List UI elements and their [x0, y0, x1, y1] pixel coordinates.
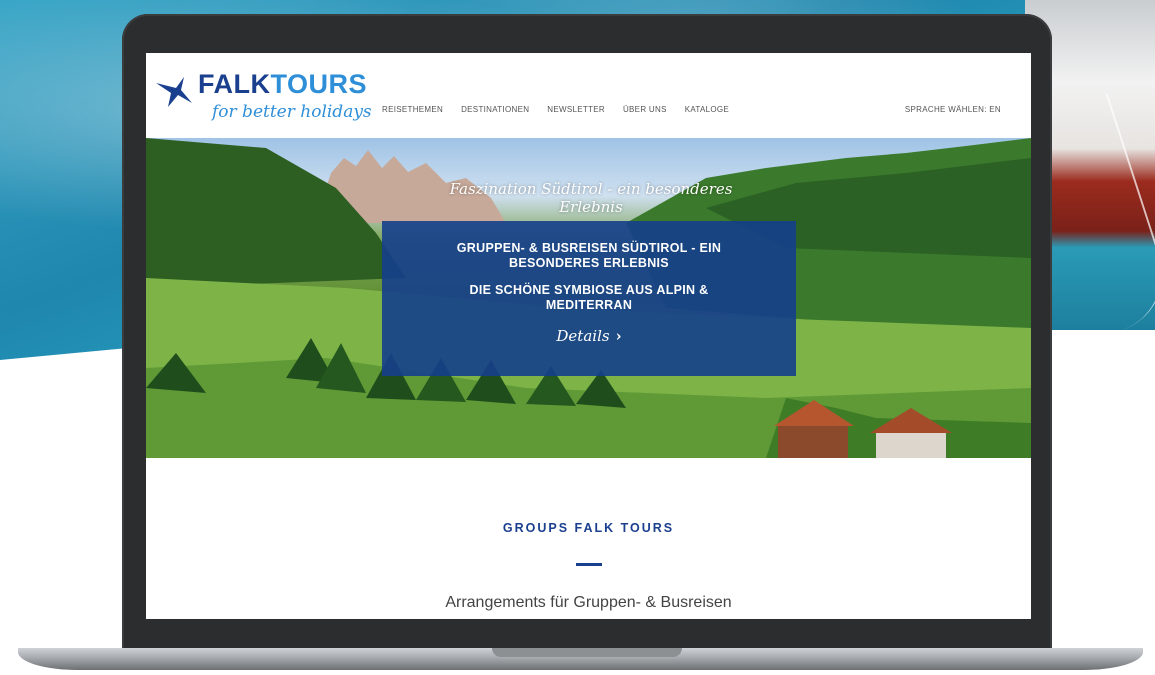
section-divider: [576, 563, 602, 566]
hero-subheadline: DIE SCHÖNE SYMBIOSE AUS ALPIN & MEDITERR…: [469, 283, 709, 312]
nav-item-kataloge[interactable]: KATALOGE: [685, 105, 729, 114]
logo-tagline: for better holidays: [212, 102, 372, 122]
nav-item-newsletter[interactable]: NEWSLETTER: [547, 105, 605, 114]
logo-name-tours: TOURS: [270, 69, 368, 99]
details-label: Details: [556, 327, 610, 345]
bird-logo-icon: [156, 77, 192, 107]
language-selector[interactable]: SPRACHE WÄHLEN: EN: [905, 105, 1001, 114]
chevron-right-icon: ›: [615, 327, 622, 345]
hero-headline: GRUPPEN- & BUSREISEN SÜDTIROL - EIN BESO…: [456, 241, 722, 270]
section-title: GROUPS FALK TOURS: [502, 521, 675, 535]
hero-teaser-box: GRUPPEN- & BUSREISEN SÜDTIROL - EIN BESO…: [382, 221, 796, 376]
hero-script-title: Faszination Südtirol - ein besonderes Er…: [449, 180, 733, 216]
main-nav: REISETHEMEN DESTINATIONEN NEWSLETTER ÜBE…: [382, 105, 729, 114]
hero-banner: Faszination Südtirol - ein besonderes Er…: [146, 138, 1031, 458]
site-header: FALKTOURS for better holidays REISETHEME…: [146, 53, 1031, 138]
laptop-notch: [492, 648, 682, 657]
laptop-screen: FALKTOURS for better holidays REISETHEME…: [146, 53, 1031, 619]
falk-tours-logo[interactable]: FALKTOURS for better holidays: [154, 69, 374, 129]
nav-item-ueber-uns[interactable]: ÜBER UNS: [623, 105, 667, 114]
nav-item-destinationen[interactable]: DESTINATIONEN: [461, 105, 529, 114]
details-link[interactable]: Details ›: [382, 327, 796, 345]
section-subtitle: Arrangements für Gruppen- & Busreisen: [445, 594, 732, 611]
nav-item-reisethemen[interactable]: REISETHEMEN: [382, 105, 443, 114]
logo-name-falk: FALK: [198, 69, 271, 99]
